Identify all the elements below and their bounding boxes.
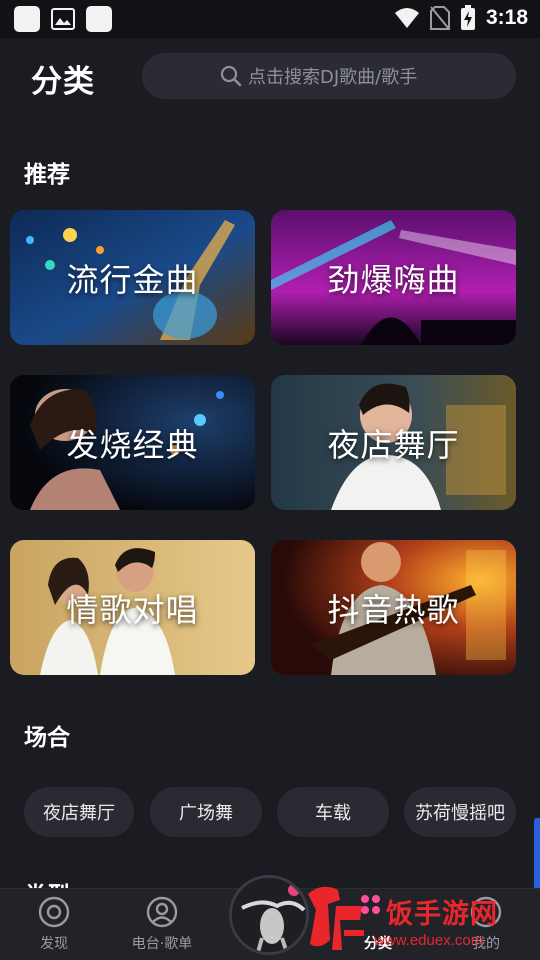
nav-label-discover: 发现 — [40, 936, 68, 952]
card-label: 劲爆嗨曲 — [327, 260, 460, 299]
category-card-classic[interactable]: 发烧经典 — [10, 375, 255, 510]
search-input[interactable]: 点击搜索DJ歌曲/歌手 — [142, 53, 516, 99]
now-playing-disc[interactable] — [229, 875, 309, 955]
search-placeholder: 点击搜索DJ歌曲/歌手 — [248, 67, 418, 88]
screen: 3:18 分类 点击搜索DJ歌曲/歌手 推荐 流行金曲 劲爆嗨曲 发烧经典 夜店… — [0, 0, 540, 960]
notification-app-icon — [14, 6, 40, 32]
card-label: 抖音热歌 — [327, 590, 460, 629]
site-watermark: 饭手游网 www.eduex.com — [300, 880, 536, 958]
clock: 3:18 — [485, 6, 528, 29]
card-label: 情歌对唱 — [66, 590, 199, 629]
card-label: 发烧经典 — [66, 425, 199, 464]
chip-nightclub[interactable]: 夜店舞厅 — [24, 787, 134, 837]
occasion-chip-row: 夜店舞厅 广场舞 车载 苏荷慢摇吧 — [24, 787, 540, 837]
watermark-dots-icon — [361, 895, 380, 914]
search-icon — [220, 65, 242, 87]
image-notification-icon — [50, 6, 76, 32]
battery-charging-icon — [460, 5, 475, 30]
page-title: 分类 — [31, 64, 95, 100]
card-label: 夜店舞厅 — [327, 425, 460, 464]
category-card-hype[interactable]: 劲爆嗨曲 — [271, 210, 516, 345]
category-card-douyin[interactable]: 抖音热歌 — [271, 540, 516, 675]
section-title-occasion: 场合 — [24, 725, 70, 751]
card-label: 流行金曲 — [66, 260, 199, 299]
nav-discover[interactable]: 发现 — [9, 895, 99, 957]
chip-square-dance[interactable]: 广场舞 — [150, 787, 262, 837]
nav-radio-playlist[interactable]: 电台·歌单 — [117, 895, 207, 957]
nav-label-radio: 电台·歌单 — [131, 936, 193, 952]
header: 分类 点击搜索DJ歌曲/歌手 — [0, 52, 540, 100]
no-sim-icon — [429, 6, 450, 30]
chip-soho-bar[interactable]: 苏荷慢摇吧 — [404, 787, 516, 837]
radio-profile-icon — [146, 896, 178, 928]
category-card-nightclub[interactable]: 夜店舞厅 — [271, 375, 516, 510]
category-card-duet[interactable]: 情歌对唱 — [10, 540, 255, 675]
watermark-text: 饭手游网 — [386, 899, 498, 930]
section-title-recommend: 推荐 — [24, 162, 70, 188]
watermark-logo-icon — [308, 886, 364, 950]
wifi-icon — [394, 8, 419, 28]
category-card-pop[interactable]: 流行金曲 — [10, 210, 255, 345]
discover-icon — [38, 896, 70, 928]
notification-app-icon-2 — [86, 6, 112, 32]
watermark-url: www.eduex.com — [374, 932, 484, 949]
chip-car[interactable]: 车载 — [277, 787, 389, 837]
status-bar: 3:18 — [0, 0, 540, 38]
